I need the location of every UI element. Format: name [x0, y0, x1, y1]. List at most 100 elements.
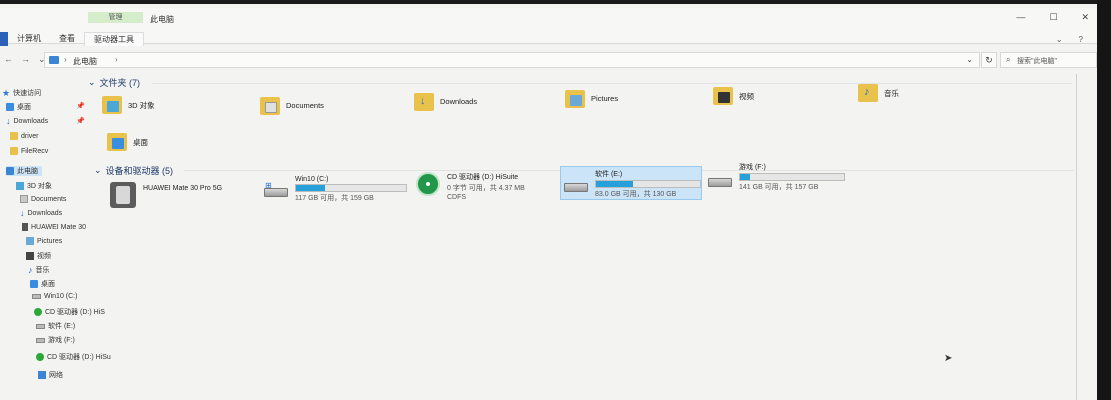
document-icon	[20, 195, 28, 203]
breadcrumb-chevron-icon[interactable]: ›	[115, 55, 118, 64]
device-free-space: 117 GB 可用，共 159 GB	[295, 195, 374, 202]
video-icon	[26, 252, 34, 260]
device-name: 软件 (E:)	[595, 171, 623, 178]
window-title: 此电脑	[150, 15, 174, 24]
folder-tile-desktop[interactable]: 桌面	[107, 133, 148, 151]
folder-label: Pictures	[591, 94, 619, 103]
folder-tile-downloads[interactable]: ↓ Downloads	[414, 93, 477, 111]
sidebar-item-label: 游戏 (F:)	[48, 337, 75, 344]
file-explorer-window: 管理 此电脑 — ☐ ✕ 计算机 查看 驱动器工具 ⌄ ? ← → ⌄ ↑ › …	[0, 4, 1097, 400]
sidebar-item-quick-access[interactable]: ★ 快速访问	[2, 88, 41, 98]
navigation-pane: ★ 快速访问 桌面 📌 ↓ Downloads 📌 driver FileRec…	[0, 82, 111, 400]
device-tile-cd-drive[interactable]: CD 驱动器 (D:) HiSuite 0 字节 可用，共 4.37 MB CD…	[416, 172, 525, 201]
ribbon: 管理 此电脑 — ☐ ✕ 计算机 查看 驱动器工具 ⌄ ?	[0, 8, 1097, 46]
sidebar-item-label: 视频	[37, 253, 51, 260]
sidebar-item-huawei-phone[interactable]: HUAWEI Mate 30	[22, 223, 86, 231]
sidebar-item-3d-objects[interactable]: 3D 对象	[16, 181, 52, 191]
tab-computer[interactable]: 计算机	[8, 32, 50, 46]
drive-icon	[564, 179, 588, 193]
back-button[interactable]: ←	[4, 54, 13, 65]
sidebar-item-desktop[interactable]: 桌面	[6, 102, 31, 112]
sidebar-item-label: CD 驱动器 (D:) HiSu	[47, 354, 111, 361]
star-icon: ★	[2, 88, 11, 98]
mouse-cursor-icon: ➤	[944, 353, 953, 364]
sidebar-item-downloads-pc[interactable]: ↓ Downloads	[20, 208, 62, 218]
help-icon[interactable]: ?	[1079, 35, 1083, 44]
tab-drive-tools[interactable]: 驱动器工具	[84, 32, 144, 46]
device-free-space: 0 字节 可用，共 4.37 MB	[447, 185, 525, 192]
folder-label: 3D 对象	[128, 101, 155, 110]
folder-tile-music[interactable]: ♪ 音乐	[858, 84, 899, 102]
sidebar-item-downloads[interactable]: ↓ Downloads	[6, 117, 48, 126]
device-tile-drive-c[interactable]: ⊞ Win10 (C:) 117 GB 可用，共 159 GB	[264, 176, 407, 203]
folder-tile-documents[interactable]: Documents	[260, 97, 324, 115]
device-name: Win10 (C:)	[295, 176, 329, 183]
device-tile-huawei[interactable]: HUAWEI Mate 30 Pro 5G	[110, 182, 222, 208]
this-pc-icon	[49, 56, 59, 64]
sidebar-item-label: 软件 (E:)	[48, 323, 76, 330]
folder-label: 音乐	[884, 89, 899, 98]
sidebar-item-label: HUAWEI Mate 30	[31, 223, 86, 231]
sidebar-item-label: 快速访问	[13, 90, 42, 97]
sidebar-item-desktop-pc[interactable]: 桌面	[30, 279, 55, 289]
address-bar[interactable]: › 此电脑 › ⌄	[44, 52, 980, 68]
group-header-devices[interactable]: ⌄ 设备和驱动器 (5)	[94, 164, 173, 177]
folder-icon	[10, 147, 18, 155]
maximize-button[interactable]: ☐	[1049, 12, 1057, 23]
breadcrumb-this-pc[interactable]: 此电脑	[73, 56, 97, 67]
address-dropdown-icon[interactable]: ⌄	[966, 55, 973, 64]
sidebar-item-music[interactable]: ♪ 音乐	[28, 265, 50, 275]
folder-tile-videos[interactable]: 视频	[713, 87, 754, 105]
desktop-icon	[6, 103, 14, 111]
drive-icon	[36, 337, 45, 343]
sidebar-item-drive-c[interactable]: Win10 (C:)	[32, 293, 77, 300]
folder-tile-pictures[interactable]: Pictures	[565, 90, 618, 108]
sidebar-item-driver[interactable]: driver	[10, 132, 39, 140]
sidebar-item-label: driver	[21, 132, 39, 140]
sidebar-item-videos[interactable]: 视频	[26, 251, 51, 261]
ribbon-expand-icon[interactable]: ⌄	[1056, 35, 1063, 44]
sidebar-item-drive-d[interactable]: CD 驱动器 (D:) HiS	[34, 307, 105, 317]
downloads-folder-icon: ↓	[414, 93, 434, 111]
cd-drive-icon	[36, 353, 44, 361]
sidebar-item-drive-e[interactable]: 软件 (E:)	[36, 321, 75, 331]
sidebar-item-label: 桌面	[41, 281, 55, 288]
folder-tile-3d-objects[interactable]: 3D 对象	[102, 96, 155, 114]
windows-drive-icon: ⊞	[264, 181, 288, 198]
tab-manage-context[interactable]: 管理	[88, 12, 143, 23]
sidebar-item-documents[interactable]: Documents	[20, 195, 66, 203]
device-name: CD 驱动器 (D:) HiSuite	[447, 174, 519, 181]
group-header-label: 设备和驱动器 (5)	[105, 166, 174, 176]
sidebar-item-label: 3D 对象	[27, 183, 52, 190]
sidebar-item-label: CD 驱动器 (D:) HiS	[45, 309, 105, 316]
minimize-button[interactable]: —	[1016, 12, 1025, 23]
tab-view[interactable]: 查看	[50, 32, 84, 46]
sidebar-item-label: Pictures	[37, 237, 63, 245]
folder-label: 桌面	[133, 138, 148, 147]
sidebar-item-cd-drive[interactable]: CD 驱动器 (D:) HiSu	[36, 352, 111, 362]
close-button[interactable]: ✕	[1081, 12, 1089, 23]
group-header-folders[interactable]: ⌄ 文件夹 (7)	[88, 76, 140, 89]
sidebar-item-network[interactable]: 网络	[38, 370, 63, 380]
sidebar-item-this-pc[interactable]: 此电脑	[6, 166, 42, 176]
refresh-button[interactable]: ↻	[981, 52, 997, 68]
device-tile-drive-f[interactable]: 游戏 (F:) 141 GB 可用，共 157 GB	[708, 162, 845, 192]
download-icon: ↓	[20, 208, 25, 218]
breadcrumb-chevron-icon[interactable]: ›	[64, 55, 67, 64]
sidebar-item-pictures[interactable]: Pictures	[26, 237, 62, 245]
chevron-down-icon: ⌄	[88, 77, 96, 87]
3d-objects-icon	[16, 182, 24, 190]
device-tile-drive-e[interactable]: 软件 (E:) 83.0 GB 可用，共 130 GB	[560, 166, 702, 200]
videos-folder-icon	[713, 87, 733, 105]
sidebar-item-label: Win10 (C:)	[44, 293, 78, 300]
sidebar-item-filerecv[interactable]: FileRecv	[10, 147, 48, 155]
tab-file[interactable]	[0, 32, 8, 46]
forward-button[interactable]: →	[21, 54, 30, 65]
address-bar-row: ← → ⌄ ↑ › 此电脑 › ⌄ ↻ ⌕ 搜索"此电脑"	[0, 52, 1097, 70]
sidebar-item-drive-f[interactable]: 游戏 (F:)	[36, 335, 75, 345]
device-name: 游戏 (F:)	[739, 164, 766, 171]
usage-bar-e	[595, 180, 701, 188]
sidebar-item-label: 音乐	[35, 267, 50, 274]
search-input[interactable]: ⌕ 搜索"此电脑"	[1000, 52, 1097, 68]
folder-label: Downloads	[440, 97, 478, 106]
